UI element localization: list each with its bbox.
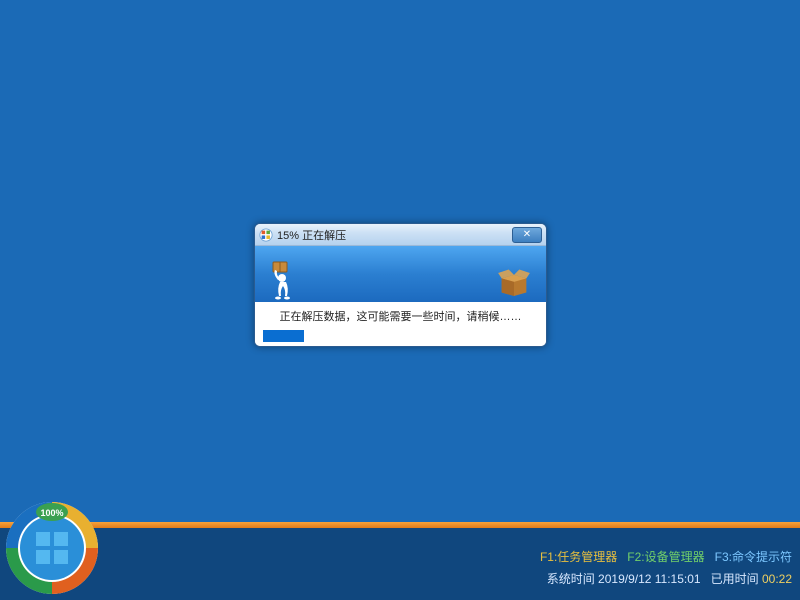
status-text: 正在解压数据，这可能需要一些时间，请稍候…… [263, 308, 538, 324]
extract-dialog: 15% 正在解压 ✕ [254, 223, 547, 347]
windows-flag-icon [259, 228, 273, 242]
hotkey-hints: F1:任务管理器 F2:设备管理器 F3:命令提示符 [540, 548, 792, 565]
hotkey-f2: F2:设备管理器 [627, 550, 704, 564]
progress-badge: 100% [2, 498, 102, 598]
progress-fill [263, 330, 304, 342]
footer-area: F1:任务管理器 F2:设备管理器 F3:命令提示符 系统时间 2019/9/1… [0, 528, 800, 600]
close-button[interactable]: ✕ [512, 227, 542, 243]
systime-value: 2019/9/12 11:15:01 [598, 572, 701, 586]
elapsed-value: 00:22 [762, 572, 792, 586]
progress-bar [263, 330, 538, 342]
dialog-content: 正在解压数据，这可能需要一些时间，请稍候…… [255, 302, 546, 347]
elapsed-label: 已用时间 [711, 572, 759, 586]
carrier-icon [267, 260, 297, 300]
time-info: 系统时间 2019/9/12 11:15:01 已用时间 00:22 [547, 570, 792, 587]
open-box-icon [496, 266, 532, 296]
hotkey-f1: F1:任务管理器 [540, 550, 617, 564]
dialog-titlebar: 15% 正在解压 ✕ [255, 224, 546, 246]
dialog-title: 15% 正在解压 [277, 227, 512, 243]
close-icon: ✕ [523, 229, 531, 240]
dialog-banner [255, 246, 546, 302]
hotkey-f3: F3:命令提示符 [715, 550, 792, 564]
badge-percent-text: 100% [40, 508, 63, 518]
systime-label: 系统时间 [547, 572, 595, 586]
